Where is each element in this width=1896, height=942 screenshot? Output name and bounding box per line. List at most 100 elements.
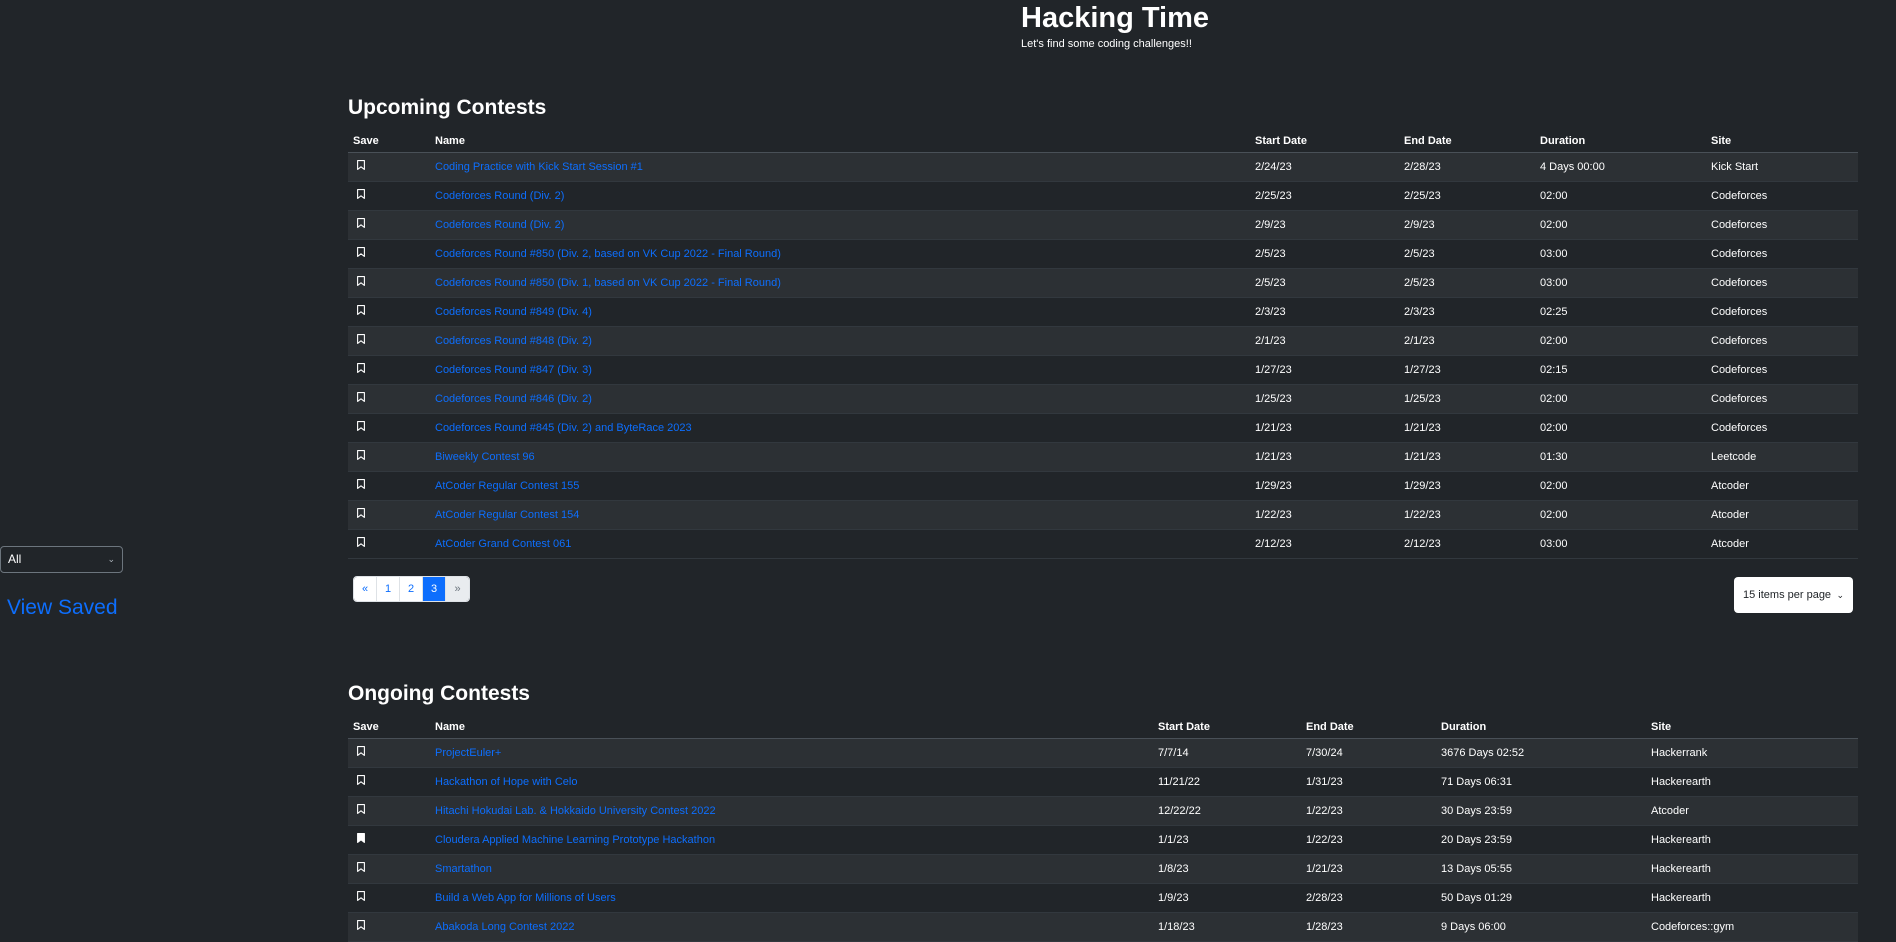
- column-header-duration[interactable]: Duration: [1436, 716, 1646, 739]
- contest-link[interactable]: Hitachi Hokudai Lab. & Hokkaido Universi…: [435, 805, 716, 817]
- column-header-name[interactable]: Name: [430, 130, 1250, 153]
- bookmark-icon[interactable]: [357, 305, 365, 315]
- bookmark-icon[interactable]: [357, 276, 365, 286]
- column-header-end-date[interactable]: End Date: [1399, 130, 1535, 153]
- contest-link[interactable]: Hackathon of Hope with Celo: [435, 776, 577, 788]
- contest-name-cell: AtCoder Grand Contest 061: [430, 529, 1250, 559]
- table-row: Codeforces Round (Div. 2) 2/9/23 2/9/23 02:…: [348, 210, 1858, 240]
- contest-link[interactable]: Coding Practice with Kick Start Session …: [435, 161, 643, 173]
- column-header-site[interactable]: Site: [1646, 716, 1858, 739]
- pagination-prev-button[interactable]: «: [354, 577, 377, 601]
- bookmark-icon[interactable]: [357, 920, 365, 930]
- table-row: Build a Web App for Millions of Users 1/9…: [348, 883, 1858, 913]
- contest-name-cell: Codeforces Round #845 (Div. 2) and ByteR…: [430, 413, 1250, 443]
- bookmark-icon[interactable]: [357, 160, 365, 170]
- contest-link[interactable]: Codeforces Round #850 (Div. 2, based on …: [435, 248, 781, 260]
- bookmark-icon[interactable]: [357, 479, 365, 489]
- contest-name-cell: Coding Practice with Kick Start Session …: [430, 152, 1250, 182]
- contest-link[interactable]: Codeforces Round #846 (Div. 2): [435, 393, 592, 405]
- bookmark-icon[interactable]: [357, 450, 365, 460]
- bookmark-icon[interactable]: [357, 862, 365, 872]
- contest-link[interactable]: Codeforces Round #848 (Div. 2): [435, 335, 592, 347]
- bookmark-icon[interactable]: [357, 247, 365, 257]
- contest-link[interactable]: AtCoder Regular Contest 154: [435, 509, 579, 521]
- save-cell: [348, 326, 430, 356]
- contest-link[interactable]: Codeforces Round #847 (Div. 3): [435, 364, 592, 376]
- column-header-start-date[interactable]: Start Date: [1250, 130, 1399, 153]
- contest-link[interactable]: ProjectEuler+: [435, 747, 501, 759]
- pagination-page-2[interactable]: 2: [400, 577, 423, 601]
- contest-link[interactable]: Codeforces Round (Div. 2): [435, 219, 564, 231]
- bookmark-icon[interactable]: [357, 421, 365, 431]
- site-cell: Codeforces: [1706, 239, 1858, 269]
- table-row: ProjectEuler+ 7/7/14 7/30/24 3676 Days 02:5…: [348, 738, 1858, 768]
- start-date-cell: 2/9/23: [1250, 210, 1399, 240]
- bookmark-icon[interactable]: [357, 363, 365, 373]
- column-header-duration[interactable]: Duration: [1535, 130, 1706, 153]
- bookmark-icon[interactable]: [357, 392, 365, 402]
- table-row: Codeforces Round #850 (Div. 1, based on …: [348, 268, 1858, 298]
- duration-cell: 02:00: [1535, 500, 1706, 530]
- pagination-page-1[interactable]: 1: [377, 577, 400, 601]
- end-date-cell: 1/21/23: [1399, 442, 1535, 472]
- bookmark-icon[interactable]: [357, 537, 365, 547]
- site-filter-select[interactable]: All ⌄: [0, 546, 123, 573]
- bookmark-icon[interactable]: [357, 891, 365, 901]
- column-header-site[interactable]: Site: [1706, 130, 1858, 153]
- start-date-cell: 2/5/23: [1250, 239, 1399, 269]
- bookmark-icon[interactable]: [357, 334, 365, 344]
- contest-link[interactable]: Codeforces Round #850 (Div. 1, based on …: [435, 277, 781, 289]
- column-header-save: Save: [348, 716, 430, 739]
- contest-link[interactable]: Codeforces Round #845 (Div. 2) and ByteR…: [435, 422, 692, 434]
- start-date-cell: 1/1/23: [1153, 825, 1301, 855]
- end-date-cell: 1/21/23: [1399, 413, 1535, 443]
- contest-link[interactable]: Cloudera Applied Machine Learning Protot…: [435, 834, 715, 846]
- duration-cell: 02:15: [1535, 355, 1706, 385]
- end-date-cell: 1/22/23: [1301, 825, 1436, 855]
- table-header-row: Save Name Start Date End Date Duration S…: [348, 130, 1858, 153]
- site-cell: Codeforces::gym: [1646, 912, 1858, 942]
- save-cell: [348, 767, 430, 797]
- start-date-cell: 7/7/14: [1153, 738, 1301, 768]
- bookmark-icon[interactable]: [357, 804, 365, 814]
- save-cell: [348, 529, 430, 559]
- duration-cell: 9 Days 06:00: [1436, 912, 1646, 942]
- site-cell: Hackerearth: [1646, 825, 1858, 855]
- contest-link[interactable]: AtCoder Grand Contest 061: [435, 538, 571, 550]
- column-header-end-date[interactable]: End Date: [1301, 716, 1436, 739]
- contest-name-cell: Hitachi Hokudai Lab. & Hokkaido Universi…: [430, 796, 1153, 826]
- bookmark-icon[interactable]: [357, 218, 365, 228]
- start-date-cell: 1/29/23: [1250, 471, 1399, 501]
- start-date-cell: 2/25/23: [1250, 181, 1399, 211]
- bookmark-icon[interactable]: [357, 746, 365, 756]
- pagination-page-3[interactable]: 3: [423, 577, 446, 601]
- contest-link[interactable]: Build a Web App for Millions of Users: [435, 892, 616, 904]
- save-cell: [348, 500, 430, 530]
- contest-link[interactable]: Abakoda Long Contest 2022: [435, 921, 574, 933]
- site-cell: Codeforces: [1706, 326, 1858, 356]
- pagination-next-button[interactable]: »: [446, 577, 469, 601]
- column-header-name[interactable]: Name: [430, 716, 1153, 739]
- save-cell: [348, 268, 430, 298]
- contest-link[interactable]: Codeforces Round (Div. 2): [435, 190, 564, 202]
- start-date-cell: 1/18/23: [1153, 912, 1301, 942]
- column-header-start-date[interactable]: Start Date: [1153, 716, 1301, 739]
- site-cell: Codeforces: [1706, 384, 1858, 414]
- bookmark-icon[interactable]: [357, 189, 365, 199]
- contest-link[interactable]: Smartathon: [435, 863, 492, 875]
- contest-name-cell: Hackathon of Hope with Celo: [430, 767, 1153, 797]
- duration-cell: 4 Days 00:00: [1535, 152, 1706, 182]
- view-saved-link[interactable]: View Saved: [7, 596, 118, 620]
- save-cell: [348, 738, 430, 768]
- start-date-cell: 1/27/23: [1250, 355, 1399, 385]
- bookmark-icon[interactable]: [357, 833, 365, 843]
- contest-link[interactable]: Codeforces Round #849 (Div. 4): [435, 306, 592, 318]
- contest-name-cell: Abakoda Long Contest 2022: [430, 912, 1153, 942]
- contest-name-cell: Codeforces Round #850 (Div. 1, based on …: [430, 268, 1250, 298]
- contest-link[interactable]: Biweekly Contest 96: [435, 451, 535, 463]
- contest-link[interactable]: AtCoder Regular Contest 155: [435, 480, 579, 492]
- bookmark-icon[interactable]: [357, 508, 365, 518]
- bookmark-icon[interactable]: [357, 775, 365, 785]
- items-per-page-select[interactable]: 15 items per page ⌄: [1734, 577, 1853, 613]
- table-row: Cloudera Applied Machine Learning Protot…: [348, 825, 1858, 855]
